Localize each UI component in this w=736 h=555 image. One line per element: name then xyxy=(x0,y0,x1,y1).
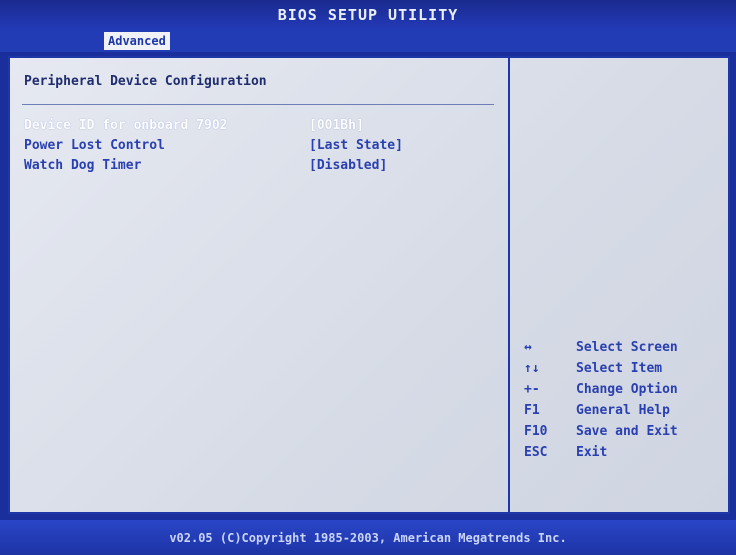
help-key: ESC xyxy=(524,445,548,460)
setting-label: Power Lost Control xyxy=(24,138,165,153)
bios-screen: BIOS SETUP UTILITY Advanced Peripheral D… xyxy=(0,0,736,555)
panel-divider xyxy=(508,58,510,512)
arrow-up-down-icon: ↑↓ xyxy=(524,361,540,376)
help-key: F1 xyxy=(524,403,540,418)
footer-bar: v02.05 (C)Copyright 1985-2003, American … xyxy=(0,520,736,555)
app-title: BIOS SETUP UTILITY xyxy=(277,6,459,24)
plus-minus-icon: +- xyxy=(524,382,540,397)
arrow-left-right-icon: ↔ xyxy=(524,340,532,355)
help-desc: Select Item xyxy=(576,361,663,376)
tab-advanced[interactable]: Advanced xyxy=(104,32,170,50)
help-desc: Select Screen xyxy=(576,340,678,355)
copyright-text: v02.05 (C)Copyright 1985-2003, American … xyxy=(169,530,567,545)
setting-label: Watch Dog Timer xyxy=(24,158,142,173)
section-rule xyxy=(22,104,494,105)
help-desc: Save and Exit xyxy=(576,424,678,439)
setting-value[interactable]: [001Bh] xyxy=(309,118,364,133)
help-key: F10 xyxy=(524,424,548,439)
help-desc: Change Option xyxy=(576,382,678,397)
setting-label: Device ID for onboard 7902 xyxy=(24,118,228,133)
setting-value[interactable]: [Last State] xyxy=(309,138,403,153)
title-bar: BIOS SETUP UTILITY xyxy=(0,0,736,30)
section-title: Peripheral Device Configuration xyxy=(24,74,267,89)
help-desc: Exit xyxy=(576,445,608,460)
help-desc: General Help xyxy=(576,403,670,418)
setting-value[interactable]: [Disabled] xyxy=(309,158,387,173)
main-panel: Peripheral Device Configuration Device I… xyxy=(8,56,730,514)
tab-bar: Advanced xyxy=(0,30,736,52)
